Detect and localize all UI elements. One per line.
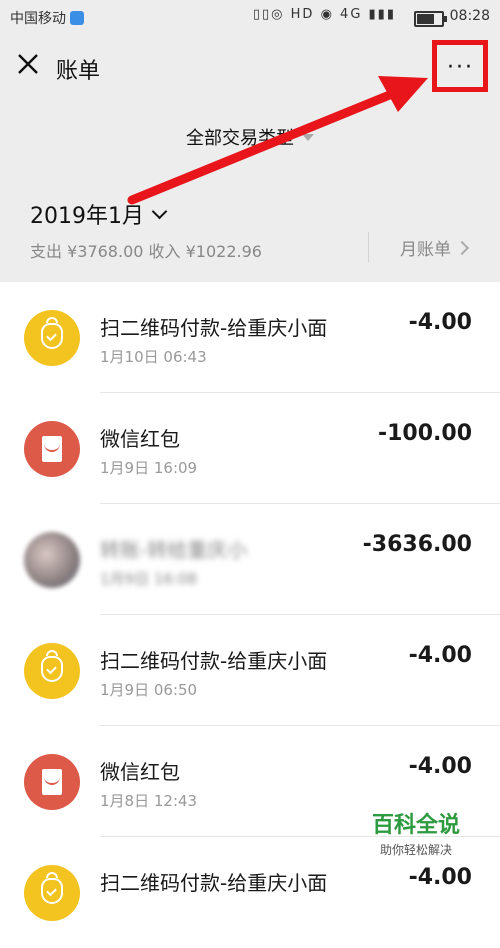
transaction-name: 扫二维码付款-给重庆小面	[100, 649, 328, 673]
transaction-date: 1月9日 16:09	[100, 459, 198, 477]
transaction-type-filter[interactable]: 全部交易类型	[0, 100, 500, 172]
close-icon[interactable]	[16, 52, 40, 76]
transaction-amount: -100.00	[377, 421, 472, 446]
transaction-name: 扫二维码付款-给重庆小面	[100, 871, 328, 895]
transaction-row[interactable]: 扫二维码付款-给重庆小面 1月9日 06:50 -4.00	[0, 615, 500, 726]
money-bag-icon	[24, 865, 80, 921]
money-bag-icon	[24, 643, 80, 699]
nav-bar: 账单 ···	[0, 34, 500, 100]
divider	[368, 232, 369, 262]
status-icons: ▯▯◎ HD ◉ 4G ▮▮▮	[252, 7, 396, 22]
watermark: 百科全说 助你轻松解决	[372, 807, 460, 858]
month-summary: 支出 ¥3768.00 收入 ¥1022.96	[30, 242, 262, 261]
transaction-amount: -4.00	[408, 865, 472, 890]
watermark-title: 百科全说	[371, 813, 460, 838]
more-dots-icon: ···	[447, 55, 474, 80]
transaction-name: 微信红包	[100, 427, 180, 451]
page-title: 账单	[56, 59, 101, 84]
transaction-date: 1月9日 06:50	[100, 681, 198, 699]
transaction-amount: -4.00	[408, 310, 472, 335]
monthly-bill-link[interactable]: 月账单	[400, 235, 470, 260]
avatar	[24, 532, 80, 588]
transaction-row[interactable]: 扫二维码付款-给重庆小面 1月10日 06:43 -4.00	[0, 282, 500, 393]
transaction-date: 1月8日 12:43	[100, 792, 198, 810]
carrier-label: 中国移动	[10, 8, 84, 28]
red-packet-icon	[24, 421, 80, 477]
money-bag-icon	[24, 310, 80, 366]
transaction-row[interactable]: 转账-转给重庆小 1月9日 16:08 -3636.00	[0, 504, 500, 615]
transaction-amount: -3636.00	[362, 532, 472, 557]
more-button[interactable]: ···	[432, 40, 488, 92]
transaction-name: 扫二维码付款-给重庆小面	[100, 316, 328, 340]
status-bar: 中国移动 ▯▯◎ HD ◉ 4G ▮▮▮ 08:28	[0, 0, 500, 34]
battery-icon	[414, 11, 447, 27]
watermark-subtitle: 助你轻松解决	[379, 843, 452, 857]
clock: 08:28	[449, 8, 490, 24]
caret-down-icon	[302, 134, 314, 141]
chevron-down-icon	[151, 203, 168, 220]
chevron-right-icon	[454, 240, 470, 256]
transaction-date: 1月9日 16:08	[100, 570, 198, 588]
transaction-date: 1月10日 06:43	[100, 348, 207, 366]
filter-label: 全部交易类型	[186, 128, 294, 149]
transaction-row[interactable]: 微信红包 1月9日 16:09 -100.00	[0, 393, 500, 504]
transaction-name: 微信红包	[100, 760, 180, 784]
transaction-amount: -4.00	[408, 754, 472, 779]
month-selector[interactable]: 2019年1月	[30, 198, 168, 230]
shield-icon	[70, 11, 84, 25]
transaction-amount: -4.00	[408, 643, 472, 668]
month-header: 2019年1月 支出 ¥3768.00 收入 ¥1022.96 月账单	[0, 172, 500, 282]
transaction-name: 转账-转给重庆小	[100, 538, 248, 562]
red-packet-icon	[24, 754, 80, 810]
